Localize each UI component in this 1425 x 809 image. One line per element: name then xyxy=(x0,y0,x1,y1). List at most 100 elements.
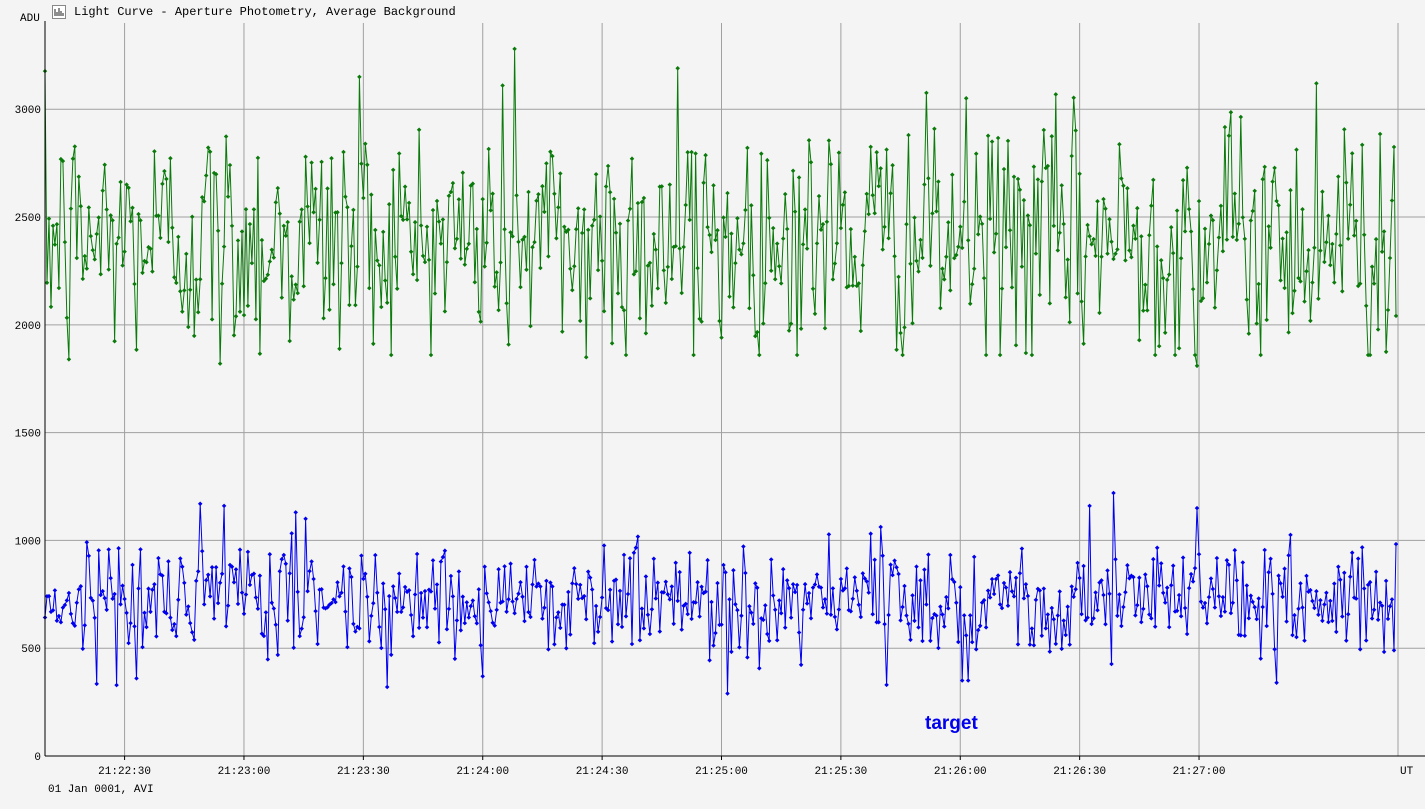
data-point xyxy=(1375,327,1381,332)
data-point xyxy=(548,580,553,585)
data-point xyxy=(1027,222,1033,228)
data-point xyxy=(1093,590,1098,595)
data-point xyxy=(1083,254,1088,259)
data-point xyxy=(542,605,547,610)
data-point xyxy=(954,600,959,605)
light-curve-chart[interactable]: ADU UT 0 500 1000 1500 2000 2500 3000 21:22:30 2… xyxy=(0,0,1425,809)
data-point xyxy=(1232,547,1238,553)
data-point xyxy=(307,240,312,246)
data-point xyxy=(1174,208,1180,213)
data-point xyxy=(219,571,225,577)
data-point xyxy=(649,303,655,308)
data-point xyxy=(335,580,340,585)
data-point xyxy=(470,598,476,603)
data-point xyxy=(233,567,239,572)
data-point xyxy=(1363,638,1369,643)
data-point xyxy=(170,627,175,633)
data-point xyxy=(784,226,790,232)
data-point xyxy=(1214,555,1220,561)
data-point xyxy=(613,230,619,235)
data-point xyxy=(209,565,215,570)
y-tick-label: 1500 xyxy=(15,429,41,441)
data-point xyxy=(514,193,519,198)
data-point xyxy=(979,221,985,227)
data-point xyxy=(289,531,294,536)
data-point xyxy=(1007,569,1013,575)
x-tick-label: 21:26:00 xyxy=(934,766,987,778)
data-point xyxy=(834,627,840,632)
data-point xyxy=(78,203,84,209)
data-point xyxy=(1248,218,1254,223)
data-point xyxy=(864,191,869,197)
data-point xyxy=(932,126,937,132)
data-point xyxy=(438,559,444,564)
data-point xyxy=(494,270,499,275)
data-point xyxy=(313,186,318,192)
data-point xyxy=(80,276,86,282)
data-point xyxy=(1188,229,1194,234)
data-point xyxy=(1047,649,1053,654)
data-point xyxy=(878,524,883,530)
data-point xyxy=(508,561,513,566)
data-point xyxy=(343,194,348,199)
data-point xyxy=(1176,345,1182,351)
data-point xyxy=(985,133,991,139)
data-point xyxy=(187,620,193,626)
data-point xyxy=(426,257,432,263)
data-point xyxy=(1051,223,1057,229)
data-point xyxy=(309,160,314,165)
data-point xyxy=(1290,632,1295,638)
data-point xyxy=(685,150,690,155)
data-point xyxy=(1381,229,1387,234)
data-point xyxy=(1067,319,1072,325)
data-point xyxy=(832,614,838,620)
data-point xyxy=(623,352,629,358)
data-point xyxy=(985,588,991,593)
data-point xyxy=(663,579,669,585)
data-point xyxy=(353,629,358,634)
data-point xyxy=(245,549,251,555)
data-point xyxy=(66,590,72,596)
data-point xyxy=(848,226,854,232)
data-point xyxy=(583,354,589,360)
data-point xyxy=(432,606,438,611)
data-point xyxy=(926,552,931,557)
data-point xyxy=(88,233,94,239)
data-point xyxy=(772,276,778,282)
data-point xyxy=(1232,191,1238,196)
data-point xyxy=(739,252,744,257)
data-point xyxy=(892,253,897,259)
data-point xyxy=(669,584,675,589)
data-point xyxy=(1154,545,1160,551)
data-point xyxy=(683,202,688,208)
data-point xyxy=(1240,215,1246,220)
data-point xyxy=(1135,602,1140,608)
data-point xyxy=(1244,297,1250,302)
data-point xyxy=(1238,114,1244,120)
data-point xyxy=(386,202,392,207)
data-point xyxy=(64,315,70,321)
data-point xyxy=(1005,603,1011,608)
data-point xyxy=(1029,626,1035,631)
data-point xyxy=(961,613,967,618)
data-point xyxy=(104,207,109,212)
data-point xyxy=(579,230,585,236)
data-point xyxy=(1059,646,1064,652)
data-point xyxy=(948,288,953,293)
data-point xyxy=(1318,598,1323,603)
data-point xyxy=(1294,147,1299,152)
data-point xyxy=(424,224,430,230)
data-point xyxy=(299,626,304,631)
data-point xyxy=(307,568,312,574)
data-point xyxy=(1328,598,1333,604)
data-point xyxy=(1011,174,1017,180)
data-point xyxy=(707,658,712,663)
data-point xyxy=(741,544,746,549)
data-point xyxy=(570,581,575,586)
data-point xyxy=(448,189,454,195)
data-point xyxy=(733,602,738,607)
data-point xyxy=(235,601,241,607)
data-point xyxy=(512,46,517,52)
data-point xyxy=(1188,571,1194,577)
data-point xyxy=(920,255,925,261)
